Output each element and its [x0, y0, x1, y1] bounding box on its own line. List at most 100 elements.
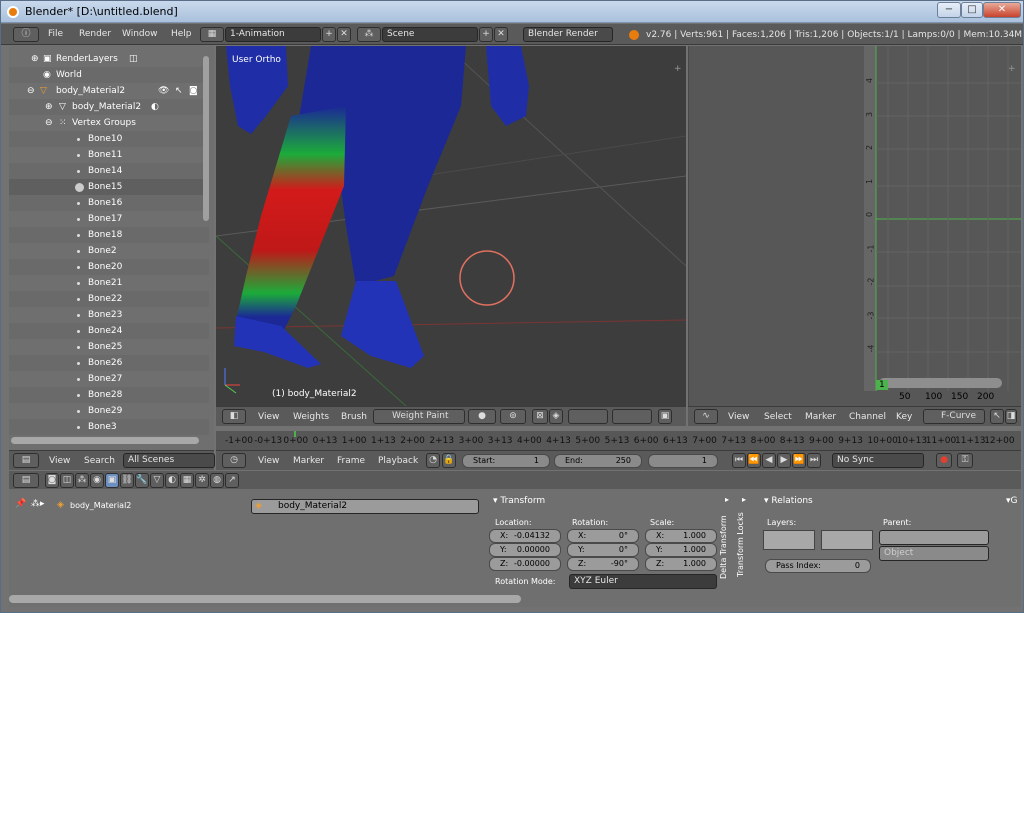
outliner-item-world[interactable]: ◉ World	[9, 67, 209, 83]
jump-start-icon[interactable]: ⏮	[732, 453, 746, 468]
lock-range-icon[interactable]: 🔒	[442, 453, 456, 468]
outliner-bone-item[interactable]: Bone25	[9, 339, 209, 355]
show-hidden-icon[interactable]: ◨	[1005, 409, 1017, 424]
remove-screen-icon[interactable]: ✕	[337, 27, 351, 42]
editor-type-3dview-icon[interactable]: ◧	[222, 409, 246, 424]
parent-field[interactable]	[879, 530, 989, 545]
parent-type-select[interactable]: Object	[879, 546, 989, 561]
tree-expand-icon[interactable]: ⊕	[45, 102, 53, 112]
interaction-mode-select[interactable]: Weight Paint	[373, 409, 465, 424]
texture-tab-icon[interactable]: ▦	[180, 473, 194, 488]
scale-x-field[interactable]: X: 1.000	[645, 529, 717, 543]
layers-grid-a[interactable]	[763, 530, 815, 550]
timeline-marker-menu[interactable]: Marker	[293, 456, 324, 466]
outliner-scrollbar[interactable]	[203, 56, 209, 221]
preview-range-icon[interactable]: ◔	[426, 453, 440, 468]
world-tab-icon[interactable]: ◉	[90, 473, 104, 488]
material-tab-icon[interactable]: ◐	[165, 473, 179, 488]
outliner-bone-item[interactable]: Bone27	[9, 371, 209, 387]
bone-tab-icon[interactable]: ↗	[225, 473, 239, 488]
editor-type-graph-icon[interactable]: ∿	[694, 409, 718, 424]
rotation-x-field[interactable]: X: 0°	[567, 529, 639, 543]
scene-tab-icon[interactable]: ⁂	[75, 473, 89, 488]
minimize-button[interactable]: −	[937, 2, 961, 18]
editor-type-outliner-icon[interactable]: ▤	[13, 453, 39, 468]
record-keyframe-icon[interactable]: ●	[936, 453, 952, 468]
menu-file[interactable]: File	[48, 29, 63, 39]
scale-z-field[interactable]: Z: 1.000	[645, 557, 717, 571]
outliner-search-menu[interactable]: Search	[84, 456, 115, 466]
end-frame-field[interactable]: End: 250	[554, 454, 642, 468]
outliner-item-vertex-groups[interactable]: ⊖ ⁙ Vertex Groups	[9, 115, 209, 131]
layer-buttons-group-a[interactable]	[568, 409, 608, 424]
viewport-view-menu[interactable]: View	[258, 412, 279, 422]
jump-next-key-icon[interactable]: ⏩	[792, 453, 806, 468]
keying-set-icon[interactable]: ⚿	[957, 453, 973, 468]
tree-collapse-icon[interactable]: ⊖	[27, 86, 35, 96]
modifiers-tab-icon[interactable]: 🔧	[135, 473, 149, 488]
timeline-view-menu[interactable]: View	[258, 456, 279, 466]
collapsed-panel-arrow-icon[interactable]: ▸	[725, 495, 729, 504]
play-reverse-icon[interactable]: ◀	[762, 453, 776, 468]
graph-expand-icon[interactable]: +	[1008, 64, 1016, 74]
play-icon[interactable]: ▶	[777, 453, 791, 468]
render-layer-icon[interactable]: ◫	[129, 54, 138, 64]
current-frame-field[interactable]: 1	[648, 454, 718, 468]
collapsed-panel-arrow-icon[interactable]: ▸	[742, 495, 746, 504]
constraints-tab-icon[interactable]: ⛓	[120, 473, 134, 488]
rotation-y-field[interactable]: Y: 0°	[567, 543, 639, 557]
menu-help[interactable]: Help	[171, 29, 192, 39]
object-tab-icon[interactable]: ▣	[105, 473, 119, 488]
editor-type-info-icon[interactable]: ⓘ	[13, 27, 39, 42]
add-scene-icon[interactable]: +	[479, 27, 493, 42]
tree-expand-icon[interactable]: ⊕	[31, 54, 39, 64]
data-tab-icon[interactable]: ▽	[150, 473, 164, 488]
outliner-bone-item[interactable]: Bone11	[9, 147, 209, 163]
delta-transform-panel[interactable]: Delta Transform	[719, 515, 728, 579]
display-mode-select[interactable]: All Scenes	[123, 453, 215, 468]
outliner-bone-item[interactable]: Bone22	[9, 291, 209, 307]
outliner-bone-item[interactable]: Bone16	[9, 195, 209, 211]
outliner-bone-item[interactable]: Bone28	[9, 387, 209, 403]
outliner-bone-item[interactable]: Bone26	[9, 355, 209, 371]
viewport-shading-icon[interactable]: ●	[468, 409, 496, 424]
render-preview-icon[interactable]: ▣	[658, 409, 672, 424]
start-frame-field[interactable]: Start: 1	[462, 454, 550, 468]
render-tab-icon[interactable]: ◙	[45, 473, 59, 488]
rotation-z-field[interactable]: Z: -90°	[567, 557, 639, 571]
sync-mode-select[interactable]: No Sync	[832, 453, 924, 468]
outliner-bone-item[interactable]: Bone2	[9, 243, 209, 259]
outliner-view-menu[interactable]: View	[49, 456, 70, 466]
rotation-mode-select[interactable]: XYZ Euler	[569, 574, 717, 589]
graph-marker-menu[interactable]: Marker	[805, 412, 836, 422]
outliner-bone-item[interactable]: Bone29	[9, 403, 209, 419]
pivot-point-icon[interactable]: ⊚	[500, 409, 526, 424]
menu-window[interactable]: Window	[122, 29, 158, 39]
pin-icon[interactable]: 📌	[15, 499, 26, 509]
next-panel-header[interactable]: ▾G	[1006, 496, 1018, 506]
transform-locks-panel[interactable]: Transform Locks	[736, 512, 745, 577]
maximize-button[interactable]: □	[961, 2, 983, 18]
visibility-eye-icon[interactable]: 👁	[158, 86, 169, 96]
current-frame-indicator[interactable]: 1	[876, 380, 888, 390]
screen-layout-field[interactable]: 1-Animation	[225, 27, 321, 42]
viewport-weights-menu[interactable]: Weights	[293, 412, 329, 422]
outliner-bone-item[interactable]: Bone23	[9, 307, 209, 323]
timeline-playback-menu[interactable]: Playback	[378, 456, 418, 466]
outliner-bone-item[interactable]: Bone18	[9, 227, 209, 243]
location-y-field[interactable]: Y: 0.00000	[489, 543, 561, 557]
remove-scene-icon[interactable]: ✕	[494, 27, 508, 42]
screen-layout-icon[interactable]: ▦	[200, 27, 224, 42]
timeline-frame-menu[interactable]: Frame	[337, 456, 365, 466]
outliner-bone-item[interactable]: Bone14	[9, 163, 209, 179]
graph-view-menu[interactable]: View	[728, 412, 749, 422]
graph-key-menu[interactable]: Key	[896, 412, 912, 422]
outliner-bone-item[interactable]: Bone15	[9, 179, 209, 195]
graph-channel-menu[interactable]: Channel	[849, 412, 886, 422]
transform-panel-header[interactable]: ▾ Transform	[493, 496, 545, 506]
outliner-bone-item[interactable]: Bone24	[9, 323, 209, 339]
tree-collapse-icon[interactable]: ⊖	[45, 118, 53, 128]
render-engine-select[interactable]: Blender Render	[523, 27, 613, 42]
editor-type-properties-icon[interactable]: ▤	[13, 473, 39, 488]
jump-prev-key-icon[interactable]: ⏪	[747, 453, 761, 468]
